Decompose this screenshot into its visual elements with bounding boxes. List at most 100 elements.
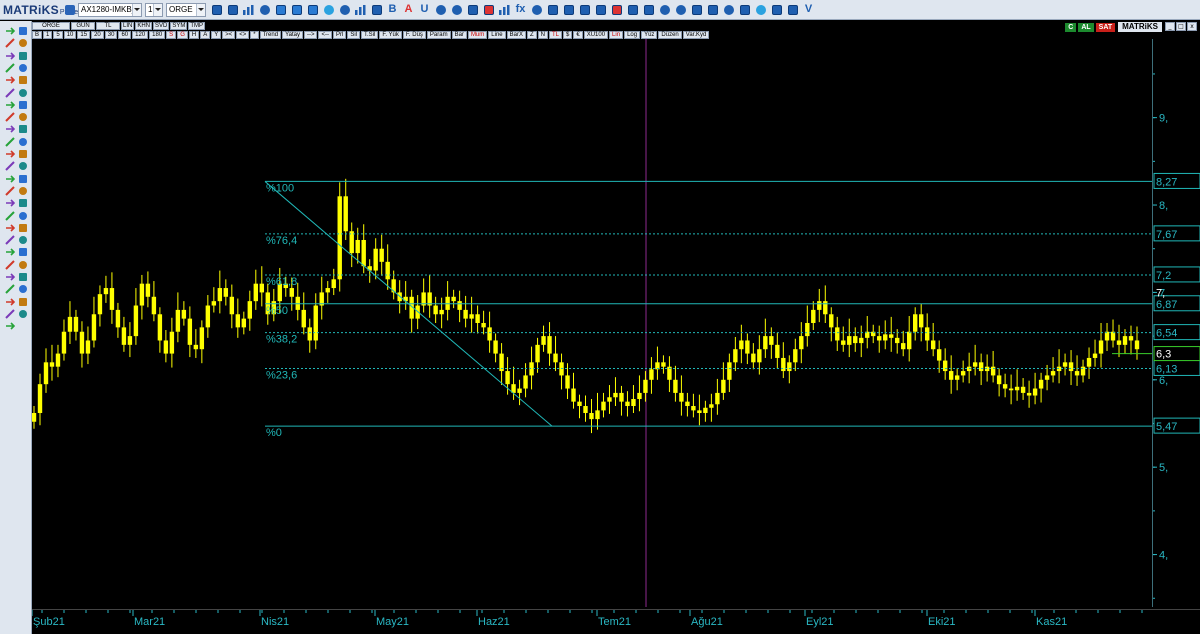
chart-tool-button[interactable]: Düzen — [658, 31, 682, 39]
brush-icon[interactable] — [17, 246, 29, 258]
chart-tool-button[interactable]: T.Sil — [360, 31, 379, 39]
chart-tool-button[interactable]: --> — [303, 31, 318, 39]
trend-down-icon[interactable] — [17, 148, 29, 160]
eye-icon[interactable] — [17, 308, 29, 320]
star-icon[interactable] — [17, 271, 29, 283]
period-button[interactable]: 20 — [91, 31, 104, 39]
monitor-icon[interactable] — [273, 3, 288, 17]
fork-icon[interactable] — [17, 173, 29, 185]
network-icon[interactable] — [337, 3, 352, 17]
period-button[interactable]: B — [32, 31, 43, 39]
grid-icon[interactable] — [369, 3, 384, 17]
chart-tool-button[interactable]: Prl — [332, 31, 347, 39]
price-axis[interactable]: 9, 8, 7, 6, 5, 4, 8,27 7,67 7,2 6,87 6,54 6,13 5,47 7… — [1152, 39, 1200, 607]
cut-icon[interactable] — [17, 296, 29, 308]
save-icon[interactable] — [62, 3, 77, 17]
speed-icon[interactable] — [4, 222, 16, 234]
line-tool-icon[interactable] — [17, 111, 29, 123]
fib-icon[interactable] — [17, 136, 29, 148]
time-axis[interactable]: Şub21 Mar21 Nis21 May21 Haz21 Tem21 Ağu21 Eyl21… — [32, 609, 1200, 634]
v-icon[interactable]: V — [801, 3, 816, 17]
period-button[interactable]: * — [250, 31, 259, 39]
delete-icon[interactable] — [4, 99, 16, 111]
period-button[interactable]: 120 — [132, 31, 149, 39]
pencil-icon[interactable] — [17, 87, 29, 99]
warning-icon[interactable] — [4, 296, 16, 308]
symbol-select[interactable]: ORGE — [166, 2, 206, 17]
arrow-down-icon[interactable] — [4, 50, 16, 62]
chart-tool-button[interactable]: Param — [426, 31, 451, 39]
ray-icon[interactable] — [17, 222, 29, 234]
chart-tool-button[interactable]: Sil — [347, 31, 360, 39]
chart-tool-button[interactable]: Lin — [609, 31, 624, 39]
ruler-icon[interactable] — [17, 99, 29, 111]
period-button[interactable]: 60 — [118, 31, 132, 39]
fibonacci-retracement[interactable]: %100 %76,4 %61,8 %50 %38,2 %23,6 %0 — [264, 180, 1152, 439]
chart-tool-button[interactable]: Trend — [259, 31, 282, 39]
chevron-down-icon[interactable] — [196, 3, 205, 16]
channel-icon[interactable] — [4, 136, 16, 148]
gann-icon[interactable] — [4, 185, 16, 197]
bell-icon[interactable] — [673, 3, 688, 17]
period-button[interactable]: 5 — [53, 31, 63, 39]
period-button[interactable]: A — [200, 31, 211, 39]
chart-icon[interactable] — [241, 3, 256, 17]
facebook-icon[interactable] — [737, 3, 752, 17]
period-button[interactable]: S — [166, 31, 177, 39]
bold-icon[interactable]: B — [385, 3, 400, 17]
calendar-icon[interactable] — [545, 3, 560, 17]
period-button[interactable]: <> — [236, 31, 250, 39]
arrow-up-icon[interactable] — [4, 37, 16, 49]
analysis-icon[interactable] — [449, 3, 464, 17]
zoom-out-icon[interactable] — [4, 74, 16, 86]
flag-icon[interactable] — [4, 271, 16, 283]
period-button[interactable]: H — [188, 31, 200, 39]
search-icon[interactable] — [209, 3, 224, 17]
badge-sat[interactable]: SAT — [1095, 22, 1116, 32]
stop-icon[interactable] — [433, 3, 448, 17]
chart-tool-button[interactable]: Var.Kyd — [682, 31, 710, 39]
arc-icon[interactable] — [4, 197, 16, 209]
chart-tool-button[interactable]: Mum — [467, 31, 488, 39]
font-icon[interactable]: A — [401, 3, 416, 17]
report-icon[interactable] — [577, 3, 592, 17]
chevron-down-icon[interactable] — [153, 3, 162, 16]
period-button[interactable]: Y — [211, 31, 222, 39]
trend-icon[interactable] — [497, 3, 512, 17]
layout-select[interactable]: 1 — [145, 2, 163, 17]
close-button[interactable]: x — [1187, 22, 1197, 31]
export-icon[interactable] — [785, 3, 800, 17]
settings-icon[interactable] — [561, 3, 576, 17]
hline-icon[interactable] — [4, 123, 16, 135]
chart-tool-button[interactable]: <-- — [318, 31, 332, 39]
mail-icon[interactable] — [481, 3, 496, 17]
list-icon[interactable] — [353, 3, 368, 17]
period-button[interactable]: 30 — [104, 31, 118, 39]
badge-al[interactable]: AL — [1078, 22, 1094, 32]
edit-icon[interactable] — [17, 62, 29, 74]
chart-canvas[interactable]: %100 %76,4 %61,8 %50 %38,2 %23,6 %0 — [32, 39, 1152, 607]
trend-up-icon[interactable] — [4, 148, 16, 160]
box-icon[interactable] — [4, 234, 16, 246]
globe-icon[interactable] — [257, 3, 272, 17]
symbol-cell[interactable]: ORGE — [32, 22, 70, 30]
users-icon[interactable] — [529, 3, 544, 17]
bookmark-icon[interactable] — [4, 283, 16, 295]
chart-tool-button[interactable]: Log — [624, 31, 641, 39]
calculator-icon[interactable] — [705, 3, 720, 17]
note-icon[interactable] — [17, 259, 29, 271]
portfolio-icon[interactable] — [609, 3, 624, 17]
formula-icon[interactable]: fx — [513, 3, 528, 17]
workspace-select[interactable]: AX1280-IMKB_ — [78, 2, 142, 17]
messages-icon[interactable] — [689, 3, 704, 17]
magnifier-icon[interactable] — [4, 62, 16, 74]
alarm-icon[interactable] — [657, 3, 672, 17]
arrow-right-icon[interactable] — [4, 25, 16, 37]
chart-tool-button[interactable]: Yatay — [282, 31, 303, 39]
text-tool-icon[interactable] — [4, 173, 16, 185]
help-icon[interactable] — [721, 3, 736, 17]
period-button[interactable]: G — [177, 31, 188, 39]
chart-tool-button[interactable]: N — [537, 31, 548, 39]
chart-tool-button[interactable]: F. Düş — [402, 31, 426, 39]
underline-icon[interactable]: U — [417, 3, 432, 17]
